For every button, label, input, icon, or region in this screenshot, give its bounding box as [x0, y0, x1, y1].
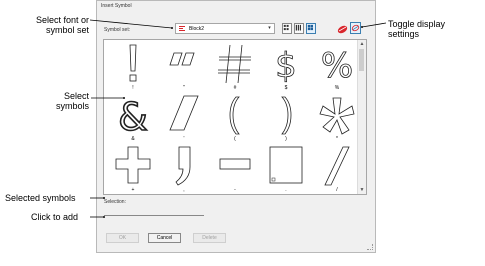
symbol-cell[interactable]: $ $: [261, 43, 311, 94]
symbol-cell[interactable]: ): [261, 94, 311, 145]
callout-select-symbols: Select symbols: [55, 91, 89, 111]
symbol-caption: ,: [183, 187, 185, 193]
left-paren-symbol-icon: [229, 96, 240, 135]
dollar-symbol-icon: $: [275, 46, 297, 87]
symbol-caption: !: [132, 85, 134, 91]
symbol-cell[interactable]: *: [312, 94, 362, 145]
symbol-caption: +: [131, 187, 135, 193]
outline-display-icon: [351, 24, 360, 32]
resize-grip[interactable]: [367, 244, 373, 250]
symbol-cell[interactable]: -: [210, 145, 260, 194]
callout-click-to-add: Click to add: [31, 212, 79, 222]
svg-text:%: %: [321, 46, 353, 86]
symbol-caption: *: [336, 136, 338, 142]
scroll-up-icon[interactable]: ▲: [358, 40, 366, 48]
symbol-cell[interactable]: ": [159, 43, 209, 94]
symbol-caption: .: [285, 187, 287, 193]
comma-symbol-icon: [175, 146, 191, 186]
symbol-caption: -: [234, 187, 236, 193]
callout-selected-symbols: Selected symbols: [5, 193, 76, 203]
large-view-button[interactable]: [306, 23, 316, 34]
symbol-cell[interactable]: % %: [312, 43, 362, 94]
symbol-grid-scrollbar[interactable]: ▲ ▼: [357, 40, 366, 194]
symbol-caption: ': [183, 136, 185, 142]
hash-symbol-icon: [218, 44, 251, 84]
chevron-down-icon: ▾: [268, 25, 271, 31]
symbol-grid: ! " # $ $ % % & & ' () * + , - . / ▲ ▼: [103, 39, 367, 195]
symbol-caption: $: [284, 85, 288, 91]
percent-symbol-icon: %: [320, 46, 353, 87]
period-symbol-icon: [269, 146, 303, 184]
exclamation-symbol-icon: [129, 44, 137, 82]
plus-symbol-icon: [115, 146, 151, 184]
svg-text:$: $: [275, 46, 297, 86]
insert-symbol-dialog: Insert Symbol Symbol set: Block2 ▾ ! " #…: [96, 0, 376, 253]
symbol-caption: #: [233, 85, 237, 91]
dialog-title: Insert Symbol: [101, 3, 132, 9]
ampersand-symbol-icon: &: [117, 94, 148, 140]
symbol-cell[interactable]: (: [210, 94, 260, 145]
symbol-caption: %: [334, 85, 340, 91]
symbol-set-dropdown[interactable]: Block2 ▾: [175, 23, 275, 34]
symbol-cell[interactable]: ': [159, 94, 209, 145]
list-view-button[interactable]: [294, 23, 304, 34]
symbol-cell[interactable]: .: [261, 145, 311, 194]
slash-symbol-icon: [324, 146, 350, 186]
symbol-cell[interactable]: #: [210, 43, 260, 94]
callout-select-font: Select font or symbol set: [35, 15, 89, 35]
symbol-caption: ": [183, 85, 185, 91]
symbol-cell[interactable]: & &: [108, 94, 158, 145]
double-quote-symbol-icon: [169, 52, 195, 66]
symbol-set-label: Symbol set:: [104, 27, 131, 33]
symbol-cell[interactable]: ,: [159, 145, 209, 194]
columns-icon: [295, 24, 301, 31]
symbol-caption: (: [234, 136, 236, 142]
asterisk-symbol-icon: [319, 97, 355, 135]
hyphen-symbol-icon: [219, 158, 251, 170]
right-paren-symbol-icon: [281, 96, 292, 135]
display-settings-button[interactable]: [337, 22, 348, 34]
large-grid-icon: [307, 24, 313, 31]
symbol-cell[interactable]: !: [108, 43, 158, 94]
cancel-button[interactable]: Cancel: [148, 233, 181, 243]
symbol-caption: ): [285, 136, 287, 142]
delete-button[interactable]: Delete: [193, 233, 226, 243]
scroll-thumb[interactable]: [359, 49, 364, 71]
small-view-button[interactable]: [282, 23, 292, 34]
apostrophe-symbol-icon: [169, 95, 199, 131]
symbol-cell[interactable]: /: [312, 145, 362, 194]
thread-display-icon: [337, 25, 348, 34]
scroll-down-icon[interactable]: ▼: [358, 186, 366, 194]
font-icon: [179, 26, 185, 31]
toggle-display-button[interactable]: [350, 22, 361, 34]
svg-text:&: &: [118, 95, 148, 139]
ok-button[interactable]: OK: [106, 233, 139, 243]
symbol-cell[interactable]: +: [108, 145, 158, 194]
symbol-caption: &: [131, 136, 135, 142]
symbol-caption: /: [336, 187, 338, 193]
callout-toggle-display: Toggle display settings: [388, 19, 446, 39]
selection-label: Selection:: [104, 199, 126, 205]
symbol-set-value: Block2: [189, 26, 205, 32]
small-grid-icon: [283, 24, 289, 31]
selection-field[interactable]: [104, 209, 204, 216]
